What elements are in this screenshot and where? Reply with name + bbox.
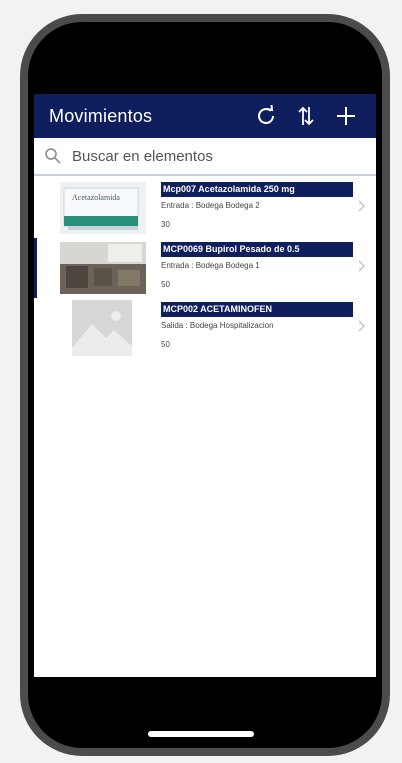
add-button[interactable]: [326, 94, 366, 138]
item-thumbnail: [60, 242, 146, 294]
header-actions: [246, 94, 366, 138]
app-header: Movimientos: [34, 94, 376, 138]
app-screen: Movimientos Buscar en elementos Acetazol…: [34, 94, 376, 677]
list-item[interactable]: MCP002 ACETAMINOFEN Salida : Bodega Hosp…: [34, 298, 376, 358]
medicine-box-image: Acetazolamida: [63, 187, 139, 230]
plus-icon: [337, 107, 355, 125]
item-thumbnail: Acetazolamida: [60, 182, 146, 234]
list-item[interactable]: Acetazolamida Mcp007 Acetazolamida 250 m…: [34, 178, 376, 238]
placeholder-image-icon: [72, 311, 132, 356]
item-detail: Entrada : Bodega Bodega 1: [161, 261, 260, 270]
refresh-button[interactable]: [246, 94, 286, 138]
item-detail: Salida : Bodega Hospitalizacion: [161, 321, 274, 330]
box-label: Acetazolamida: [72, 193, 120, 202]
item-name: Mcp007 Acetazolamida 250 mg: [161, 182, 353, 197]
item-detail: Entrada : Bodega Bodega 2: [161, 201, 260, 210]
chevron-right-icon: [358, 200, 365, 212]
room-photo-image: [60, 242, 146, 294]
search-bar[interactable]: Buscar en elementos: [34, 138, 376, 176]
phone-frame: Movimientos Buscar en elementos Acetazol…: [20, 14, 390, 756]
search-icon: [45, 148, 61, 164]
refresh-icon: [258, 104, 274, 124]
chevron-right-icon: [358, 320, 365, 332]
home-indicator[interactable]: [148, 731, 254, 737]
list-item[interactable]: MCP0069 Bupirol Pesado de 0.5 Entrada : …: [34, 238, 376, 298]
items-list: Acetazolamida Mcp007 Acetazolamida 250 m…: [34, 178, 376, 358]
sort-button[interactable]: [286, 94, 326, 138]
item-quantity: 50: [161, 340, 170, 349]
item-quantity: 50: [161, 280, 170, 289]
search-input[interactable]: Buscar en elementos: [72, 148, 213, 165]
page-title: Movimientos: [49, 105, 153, 126]
phone-bezel: Movimientos Buscar en elementos Acetazol…: [28, 22, 382, 748]
sort-icon: [298, 106, 314, 126]
item-quantity: 30: [161, 220, 170, 229]
chevron-right-icon: [358, 260, 365, 272]
item-name: MCP002 ACETAMINOFEN: [161, 302, 353, 317]
item-thumbnail: [72, 300, 132, 356]
item-name: MCP0069 Bupirol Pesado de 0.5: [161, 242, 353, 257]
